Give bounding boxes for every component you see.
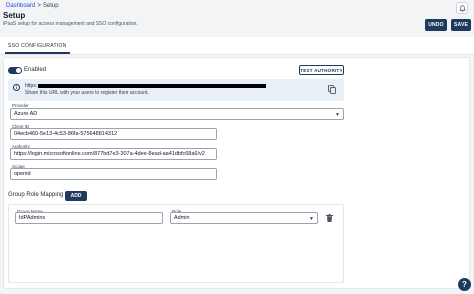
trash-icon[interactable] — [326, 214, 333, 222]
breadcrumb-current: Setup — [42, 3, 59, 9]
chevron-down-icon: ▼ — [335, 112, 340, 118]
client-id-field[interactable]: 04ecb460-5e13-4c53-86fa-575648814312 — [10, 128, 217, 140]
save-button[interactable]: SAVE — [451, 19, 471, 31]
add-mapping-button[interactable]: ADD — [65, 191, 87, 201]
copy-icon[interactable] — [328, 85, 336, 94]
breadcrumb: Dashboard > Setup — [6, 3, 59, 9]
group-name-value: IdPAdmins — [19, 215, 46, 221]
client-id-value: 04ecb460-5e13-4c53-86fa-575648814312 — [14, 131, 118, 137]
breadcrumb-dashboard-link[interactable]: Dashboard — [6, 3, 35, 9]
scope-value: openid — [14, 171, 31, 177]
scope-field[interactable]: openid — [10, 168, 217, 180]
group-name-field[interactable]: IdPAdmins — [15, 212, 163, 224]
undo-button[interactable]: UNDO — [425, 19, 447, 31]
breadcrumb-separator: > — [37, 3, 41, 9]
help-button[interactable]: ? — [458, 278, 471, 291]
tab-sso-configuration[interactable]: SSO CONFIGURATION — [5, 40, 70, 54]
redacted-url-bar — [38, 84, 266, 88]
provider-select[interactable]: Azure AD ▼ — [10, 108, 344, 120]
authority-value: https://login.microsoftonline.com/877bd7… — [14, 151, 205, 157]
provider-value: Azure AD — [14, 111, 38, 117]
notifications-button[interactable] — [456, 2, 468, 14]
test-authority-button[interactable]: TEST AUTHORITY — [299, 65, 344, 75]
page-subtitle: iPaaS setup for access management and SS… — [3, 21, 138, 27]
enabled-toggle[interactable] — [8, 67, 22, 74]
role-value: Admin — [174, 215, 190, 221]
info-icon: i — [13, 84, 20, 91]
bell-icon — [458, 4, 466, 12]
registration-url[interactable]: https: — [25, 83, 37, 89]
share-url-hint: Share this URL with your users to regist… — [25, 90, 149, 96]
chevron-down-icon: ▼ — [309, 216, 314, 222]
group-role-mapping-title: Group Role Mapping — [8, 192, 64, 198]
tab-strip: SSO CONFIGURATION — [0, 37, 474, 55]
enabled-label: Enabled — [24, 67, 47, 73]
page-title: Setup — [3, 11, 26, 20]
authority-field[interactable]: https://login.microsoftonline.com/877bd7… — [10, 148, 217, 160]
setup-page: Dashboard > Setup Setup iPaaS setup for … — [0, 0, 474, 294]
role-select[interactable]: Admin ▼ — [170, 212, 318, 224]
